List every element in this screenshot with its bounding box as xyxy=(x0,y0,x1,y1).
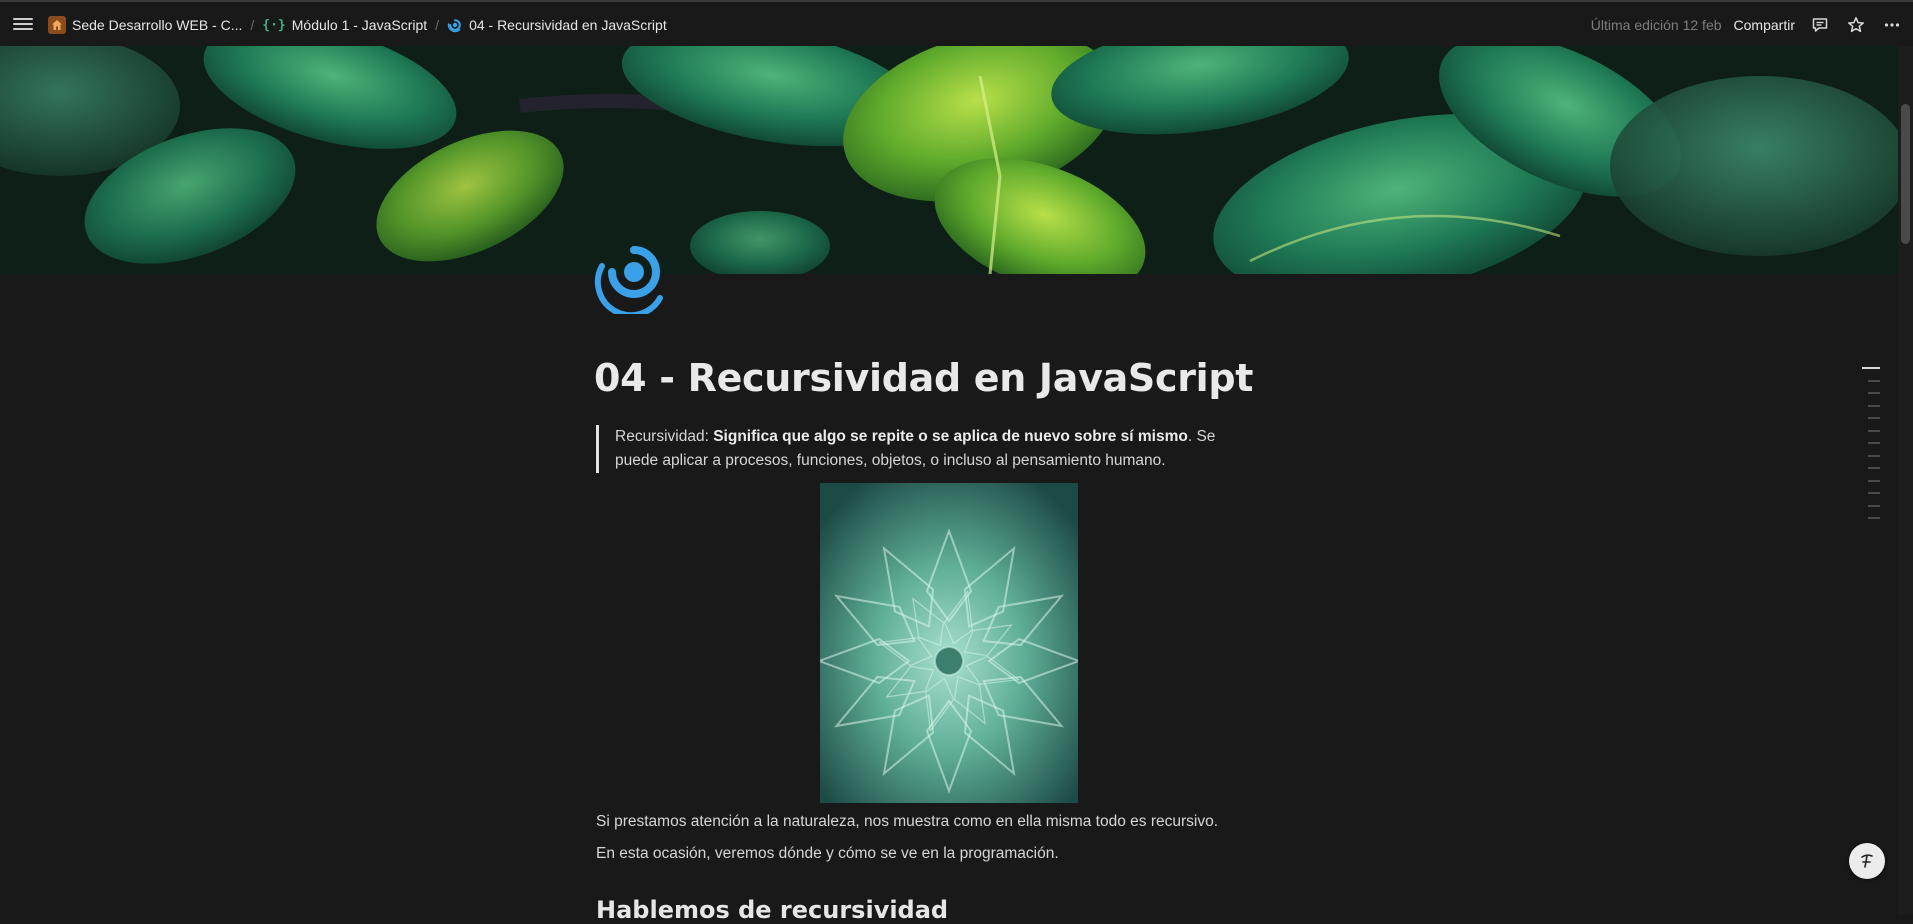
toc-marker[interactable] xyxy=(1868,429,1880,432)
toc-marker[interactable] xyxy=(1868,467,1880,469)
quote-prefix: Recursividad: xyxy=(615,428,714,445)
cover-image[interactable] xyxy=(0,46,1898,274)
table-of-contents-markers[interactable] xyxy=(1862,367,1882,530)
page-swirl-icon[interactable] xyxy=(592,230,676,319)
breadcrumb-item-module[interactable]: {·} Módulo 1 - JavaScript xyxy=(258,15,431,35)
breadcrumb-item-page[interactable]: 04 - Recursividad en JavaScript xyxy=(443,15,671,35)
toc-marker[interactable] xyxy=(1868,404,1880,407)
comment-icon[interactable] xyxy=(1809,14,1831,36)
code-braces-icon: {·} xyxy=(262,17,286,33)
paragraph[interactable]: En esta ocasión, veremos dónde y cómo se… xyxy=(596,845,1059,863)
home-icon xyxy=(48,16,66,34)
toc-marker[interactable] xyxy=(1868,479,1880,482)
last-edited-text: Última edición 12 feb xyxy=(1590,17,1722,33)
more-options-icon[interactable] xyxy=(1881,14,1903,36)
succulent-illustration xyxy=(820,483,1078,803)
paragraph[interactable]: Si prestamos atención a la naturaleza, n… xyxy=(596,813,1218,831)
scrollbar-thumb[interactable] xyxy=(1901,104,1910,244)
toc-marker[interactable] xyxy=(1868,392,1880,394)
swirl-icon xyxy=(447,17,463,33)
page-content: 04 - Recursividad en JavaScript Recursiv… xyxy=(594,340,1254,924)
scrollbar[interactable] xyxy=(1898,46,1913,915)
topbar-actions: Última edición 12 feb Compartir xyxy=(1591,13,1903,37)
toc-marker[interactable] xyxy=(1868,379,1880,382)
breadcrumb-label: Módulo 1 - JavaScript xyxy=(291,17,428,33)
breadcrumb-separator: / xyxy=(435,17,440,33)
breadcrumb-separator: / xyxy=(250,17,255,33)
leaves-illustration xyxy=(0,46,1898,274)
page-title[interactable]: 04 - Recursividad en JavaScript xyxy=(594,356,1254,400)
help-button[interactable] xyxy=(1849,843,1885,879)
toc-marker[interactable] xyxy=(1868,504,1880,507)
toc-marker[interactable] xyxy=(1868,417,1880,419)
toc-marker[interactable] xyxy=(1868,492,1880,494)
quote-block[interactable]: Recursividad: Significa que algo se repi… xyxy=(596,425,1256,473)
share-button[interactable]: Compartir xyxy=(1734,17,1795,33)
help-icon xyxy=(1861,854,1873,868)
succulent-image[interactable] xyxy=(820,483,1078,803)
toc-marker[interactable] xyxy=(1868,517,1880,519)
breadcrumb-label: Sede Desarrollo WEB - C... xyxy=(72,17,243,33)
breadcrumb-label: 04 - Recursividad en JavaScript xyxy=(469,17,667,33)
star-icon[interactable] xyxy=(1845,14,1867,36)
menu-icon[interactable] xyxy=(13,15,33,33)
section-heading[interactable]: Hablemos de recursividad xyxy=(596,896,948,924)
toc-marker[interactable] xyxy=(1868,454,1880,457)
top-bar: Sede Desarrollo WEB - C... / {·} Módulo … xyxy=(0,0,1913,46)
breadcrumb: Sede Desarrollo WEB - C... / {·} Módulo … xyxy=(44,14,671,36)
breadcrumb-item-workspace[interactable]: Sede Desarrollo WEB - C... xyxy=(44,14,246,36)
quote-bold-text: Significa que algo se repite o se aplica… xyxy=(713,428,1188,445)
toc-marker[interactable] xyxy=(1868,442,1880,444)
toc-marker[interactable] xyxy=(1862,367,1880,369)
